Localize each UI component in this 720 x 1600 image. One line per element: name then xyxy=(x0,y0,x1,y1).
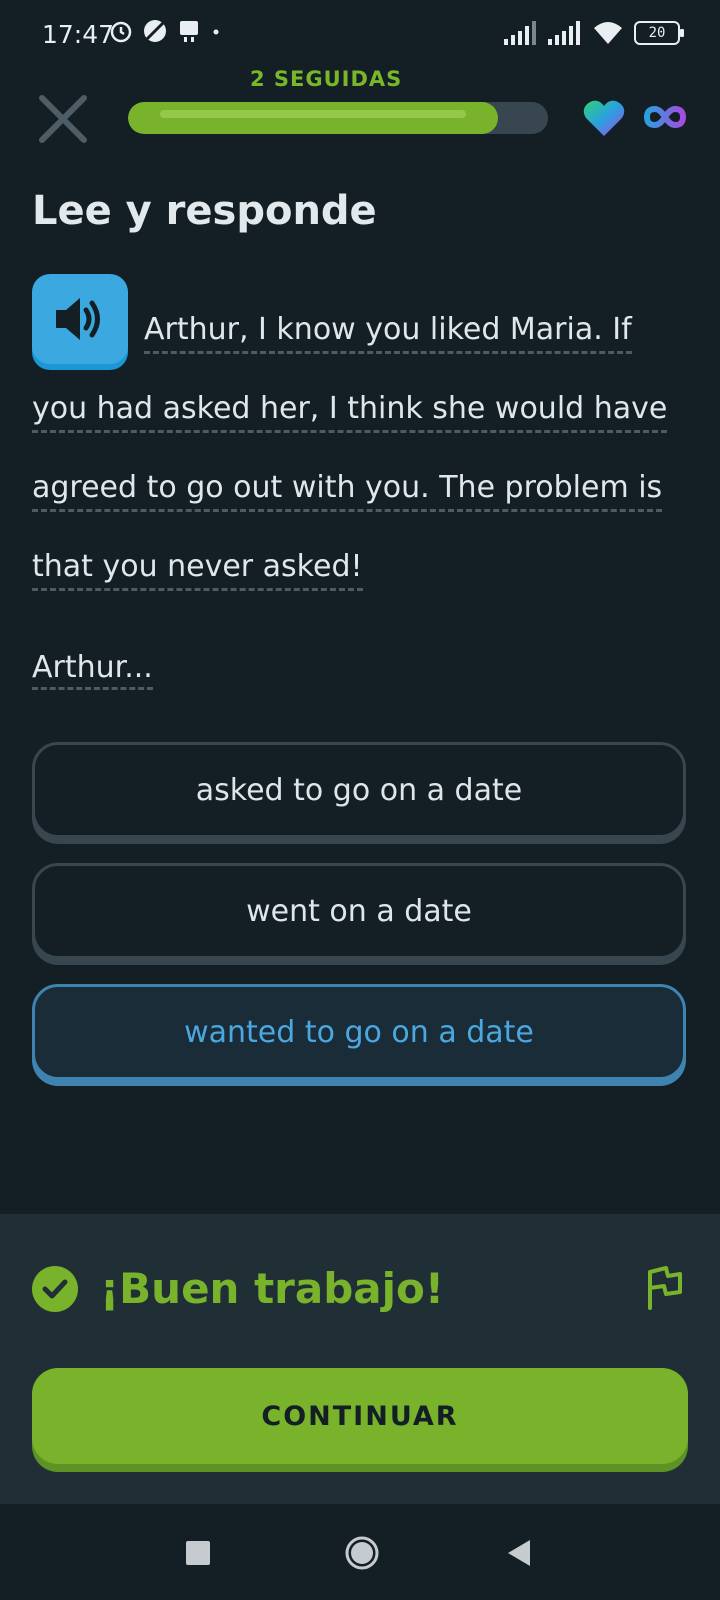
heart-icon[interactable] xyxy=(582,98,626,138)
battery-indicator: 20 xyxy=(634,21,684,45)
home-button[interactable] xyxy=(344,1535,380,1571)
signal-icon xyxy=(504,21,536,45)
passage-line: Arthur, I know you liked Maria. If xyxy=(32,290,692,369)
answer-option-1[interactable]: asked to go on a date xyxy=(32,742,686,838)
exercise-title: Lee y responde xyxy=(32,188,377,234)
streak-label: 2 SEGUIDAS xyxy=(250,67,403,91)
status-icons-right: 20 xyxy=(504,20,684,46)
passage-line: agreed to go out with you. The problem i… xyxy=(32,448,692,527)
continue-button[interactable]: CONTINUAR xyxy=(32,1368,688,1464)
check-icon xyxy=(32,1266,78,1312)
answer-option-3[interactable]: wanted to go on a date xyxy=(32,984,686,1080)
infinity-icon[interactable] xyxy=(644,100,686,134)
lesson-progress-bar xyxy=(128,102,548,134)
answer-option-2[interactable]: went on a date xyxy=(32,863,686,959)
progress-shine xyxy=(160,110,466,118)
status-bar: 17:47 20 xyxy=(0,0,720,70)
passage-text[interactable]: agreed to go out with you. The problem i… xyxy=(32,470,663,512)
status-icons-left xyxy=(108,18,222,44)
passage-text[interactable]: that you never asked! xyxy=(32,549,363,591)
passage-line: that you never asked! xyxy=(32,527,692,606)
passage-text[interactable]: you had asked her, I think she would hav… xyxy=(32,391,668,433)
progress-fill xyxy=(128,102,498,134)
passage-text[interactable]: Arthur, I know you liked Maria. If xyxy=(144,312,632,354)
system-nav-bar xyxy=(0,1504,720,1600)
report-flag-icon[interactable] xyxy=(644,1264,684,1310)
data-saver-icon xyxy=(144,20,166,42)
wifi-icon xyxy=(594,22,622,44)
reading-passage: Arthur, I know you liked Maria. If you h… xyxy=(32,290,692,606)
signal-icon-2 xyxy=(548,21,580,45)
close-icon[interactable] xyxy=(36,92,90,146)
question-prompt[interactable]: Arthur... xyxy=(32,650,153,690)
passage-line: you had asked her, I think she would hav… xyxy=(32,369,692,448)
recents-button[interactable] xyxy=(186,1541,210,1565)
dot-icon xyxy=(213,29,219,35)
feedback-title: ¡Buen trabajo! xyxy=(100,1264,445,1313)
feedback-panel: ¡Buen trabajo! CONTINUAR xyxy=(0,1214,720,1504)
notification-icon xyxy=(180,21,198,42)
back-button[interactable] xyxy=(506,1538,532,1568)
status-time: 17:47 xyxy=(42,20,115,49)
alarm-icon xyxy=(110,21,132,43)
